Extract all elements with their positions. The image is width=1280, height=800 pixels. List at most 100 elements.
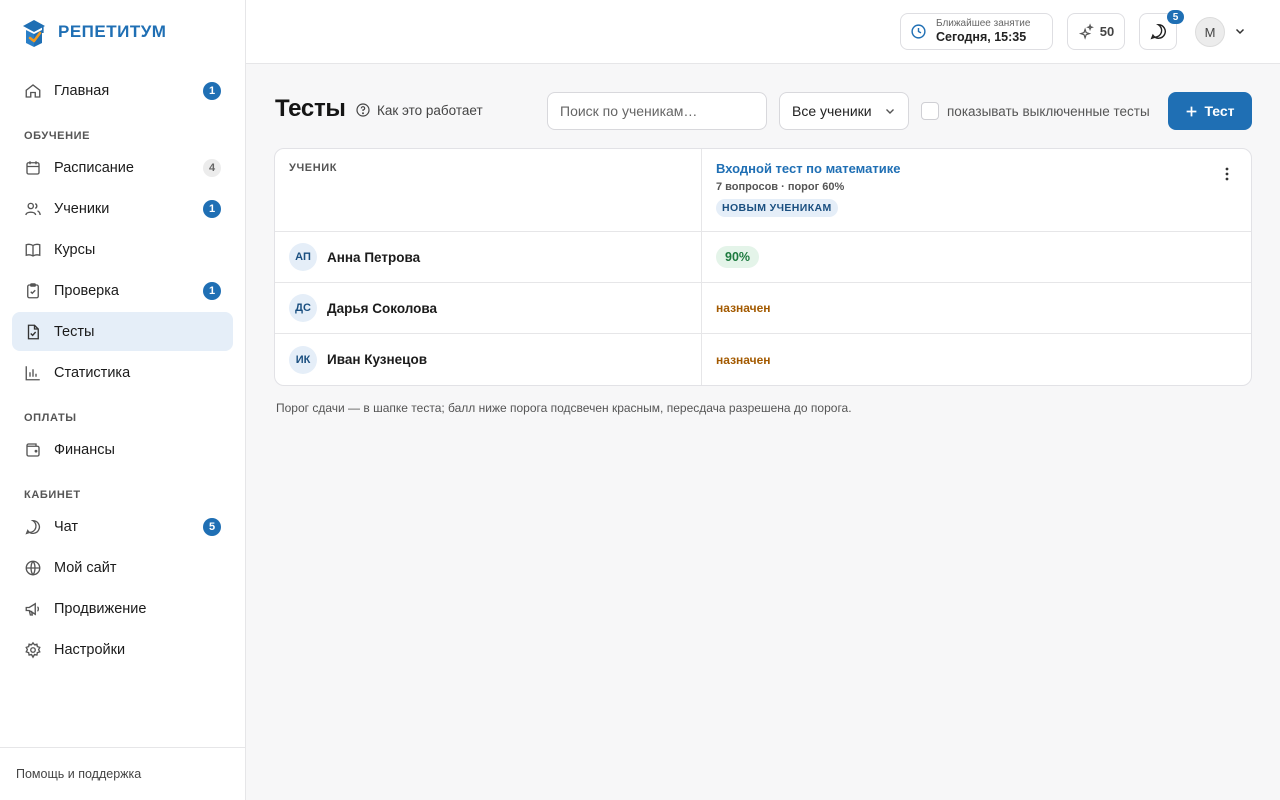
show-disabled-toggle[interactable]: показывать выключенные тесты	[921, 102, 1150, 120]
megaphone-icon	[24, 600, 42, 618]
sidebar-item-settings[interactable]: Настройки	[12, 630, 233, 669]
test-column-header: Входной тест по математике 7 вопросов · …	[702, 149, 1251, 232]
show-disabled-label: показывать выключенные тесты	[947, 103, 1150, 119]
book-icon	[24, 241, 42, 259]
brand-name: РЕПЕТИТУМ	[58, 22, 167, 41]
clipboard-check-icon	[24, 282, 42, 300]
test-title-link[interactable]: Входной тест по математике	[716, 161, 1237, 176]
sidebar-item-home[interactable]: Главная 1	[12, 71, 233, 110]
sidebar-item-label: Главная	[54, 82, 110, 99]
sidebar-item-label: Курсы	[54, 241, 96, 258]
home-icon	[24, 82, 42, 100]
student-cell: АП Анна Петрова	[275, 232, 702, 282]
add-test-button[interactable]: Тест	[1168, 92, 1252, 130]
chevron-down-icon[interactable]	[1234, 25, 1246, 37]
sidebar-item-tests[interactable]: Тесты	[12, 312, 233, 351]
sidebar-item-chat[interactable]: Чат 5	[12, 507, 233, 546]
sidebar-item-label: Тесты	[54, 323, 95, 340]
sidebar-item-label: Расписание	[54, 159, 134, 176]
student-cell: ДС Дарья Соколова	[275, 283, 702, 333]
add-test-label: Тест	[1204, 103, 1235, 119]
clock-icon	[911, 24, 926, 39]
search-input[interactable]	[547, 92, 767, 130]
student-cell: ИК Иван Кузнецов	[275, 334, 702, 385]
chat-icon	[24, 518, 42, 536]
student-name[interactable]: Иван Кузнецов	[327, 352, 427, 367]
sidebar-item-review[interactable]: Проверка 1	[12, 271, 233, 310]
globe-icon	[24, 559, 42, 577]
count-badge: 1	[203, 281, 221, 300]
sidebar-item-label: Финансы	[54, 441, 115, 458]
avatar[interactable]: M	[1195, 17, 1225, 47]
show-disabled-checkbox[interactable]	[921, 102, 939, 120]
sidebar-item-label: Настройки	[54, 641, 126, 658]
how-it-works-label: Как это работает	[377, 102, 483, 118]
sidebar-item-label: Статистика	[54, 364, 131, 381]
count-badge: 5	[203, 517, 221, 536]
avatar: ИК	[289, 345, 317, 374]
sidebar-nav: Главная 1 ОБУЧЕНИЕ Расписание 4 Ученики …	[12, 71, 233, 671]
file-check-icon	[24, 323, 42, 341]
gear-icon	[24, 641, 42, 659]
brand[interactable]: РЕПЕТИТУМ	[20, 15, 166, 49]
student-filter-value: Все ученики	[792, 103, 872, 119]
sidebar-item-promotion[interactable]: Продвижение	[12, 589, 233, 628]
section-heading: ОПЛАТЫ	[24, 412, 77, 424]
status-assigned: назначен	[716, 352, 771, 367]
how-it-works-link[interactable]: Как это работает	[355, 102, 483, 118]
student-column-header: УЧЕНИК	[275, 149, 702, 232]
next-lesson-text: Ближайшее занятие Сегодня, 15:35	[936, 18, 1030, 45]
logo-icon	[23, 20, 45, 47]
count-badge: 1	[203, 81, 221, 100]
wallet-icon	[24, 441, 42, 459]
bar-chart-icon	[24, 364, 42, 382]
sparkle-icon	[1078, 23, 1094, 40]
sidebar: РЕПЕТИТУМ Главная 1 ОБУЧЕНИЕ Расписание …	[0, 0, 246, 800]
count-badge: 4	[203, 158, 221, 177]
page-title: Тесты	[275, 95, 346, 122]
section-heading: КАБИНЕТ	[24, 489, 81, 501]
sidebar-item-label: Мой сайт	[54, 559, 117, 576]
tests-table: УЧЕНИК Входной тест по математике 7 вопр…	[274, 148, 1252, 386]
top-bar: Ближайшее занятие Сегодня, 15:35 50 5 M	[246, 0, 1280, 64]
plus-icon	[1187, 106, 1197, 116]
avatar: АП	[289, 243, 317, 271]
status-assigned: назначен	[716, 301, 771, 315]
sidebar-item-label: Проверка	[54, 282, 119, 299]
chat-count-badge: 5	[1167, 10, 1184, 24]
avatar: ДС	[289, 294, 317, 322]
count-badge: 1	[203, 199, 221, 218]
test-audience-tag: НОВЫМ УЧЕНИКАМ	[716, 199, 838, 217]
sidebar-item-my-site[interactable]: Мой сайт	[12, 548, 233, 587]
points-value: 50	[1099, 24, 1115, 39]
score-badge[interactable]: 90%	[716, 246, 760, 268]
sidebar-item-students[interactable]: Ученики 1	[12, 189, 233, 228]
next-lesson-widget[interactable]: Ближайшее занятие Сегодня, 15:35	[900, 13, 1053, 50]
result-cell: назначен	[702, 283, 1251, 333]
sidebar-item-stats[interactable]: Статистика	[12, 353, 233, 392]
result-cell: назначен	[702, 334, 1251, 385]
sidebar-item-schedule[interactable]: Расписание 4	[12, 148, 233, 187]
sidebar-item-finance[interactable]: Финансы	[12, 430, 233, 469]
sidebar-item-courses[interactable]: Курсы	[12, 230, 233, 269]
table-row[interactable]: ДС Дарья Соколова назначен	[275, 283, 1251, 334]
result-cell: 90%	[702, 232, 1251, 282]
calendar-icon	[24, 159, 42, 177]
test-meta: 7 вопросов · порог 60%	[716, 181, 845, 193]
next-lesson-value: Сегодня, 15:35	[936, 30, 1027, 44]
points-button[interactable]: 50	[1067, 13, 1125, 50]
threshold-note: Порог сдачи — в шапке теста; балл ниже п…	[276, 401, 852, 415]
help-circle-icon	[356, 103, 370, 117]
table-row[interactable]: АП Анна Петрова 90%	[275, 232, 1251, 283]
chat-icon	[1150, 24, 1166, 40]
section-heading: ОБУЧЕНИЕ	[24, 130, 91, 142]
chat-button[interactable]: 5	[1139, 10, 1184, 50]
help-link[interactable]: Помощь и поддержка	[0, 747, 245, 800]
student-filter-select[interactable]: Все ученики	[779, 92, 909, 130]
more-options-icon[interactable]	[1225, 167, 1229, 181]
table-row[interactable]: ИК Иван Кузнецов назначен	[275, 334, 1251, 385]
student-name[interactable]: Анна Петрова	[327, 250, 420, 265]
chevron-down-icon	[886, 109, 894, 114]
student-name[interactable]: Дарья Соколова	[327, 301, 437, 316]
users-icon	[24, 200, 42, 218]
